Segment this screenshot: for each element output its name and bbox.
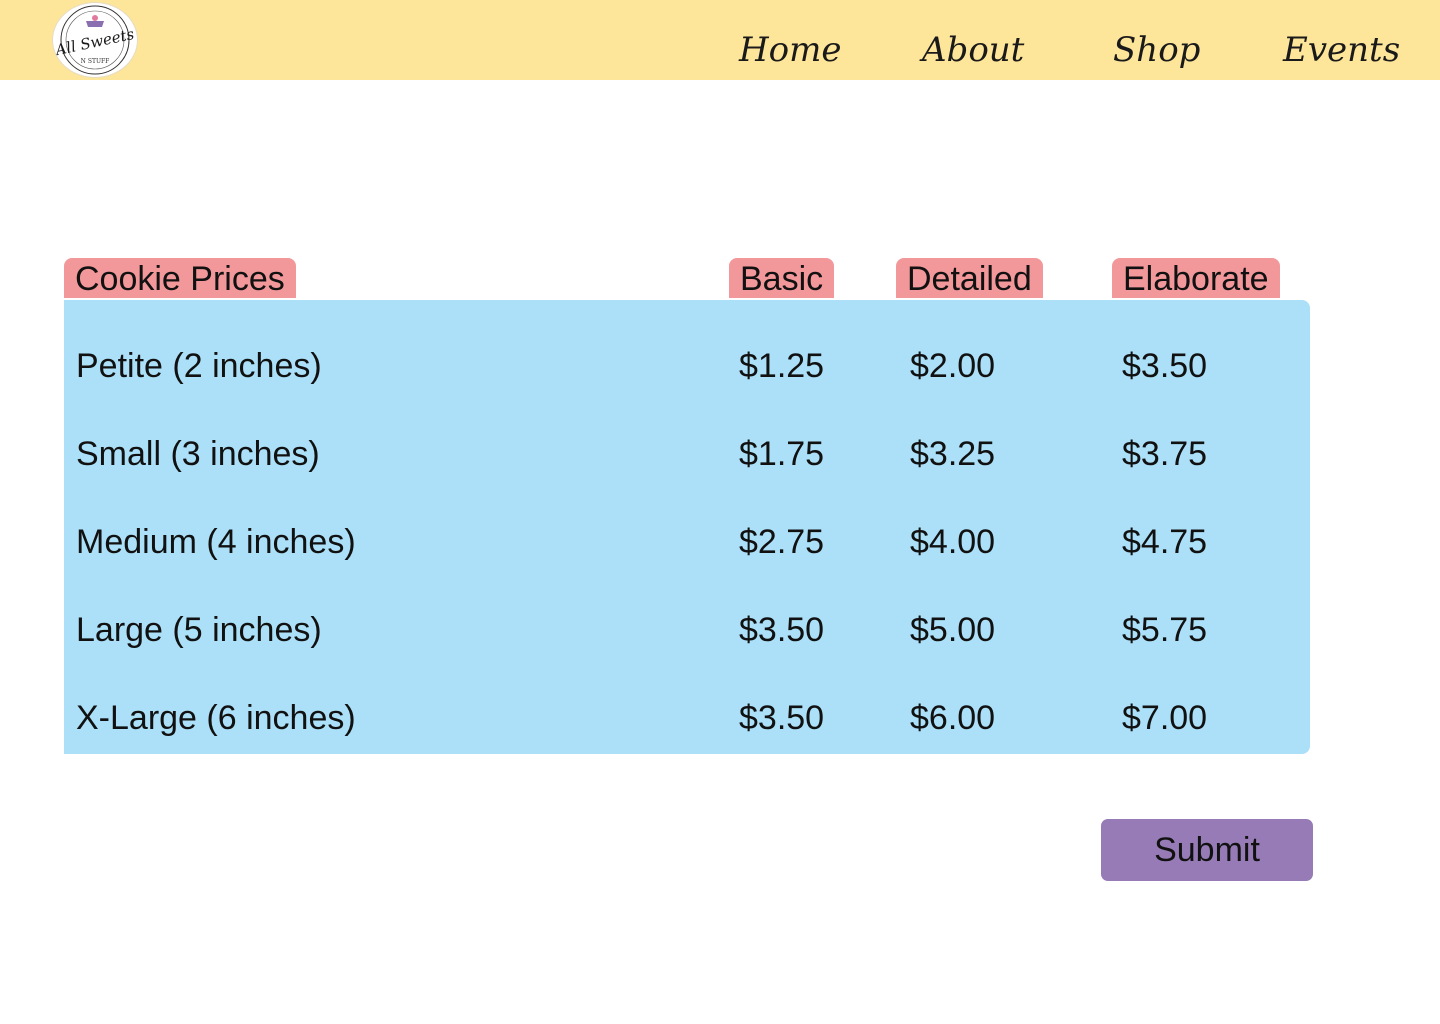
column-header-basic: Basic: [729, 258, 835, 298]
column-header-elaborate: Elaborate: [1112, 258, 1280, 298]
nav-shop-link[interactable]: Shop: [1113, 28, 1200, 72]
price-basic: $1.25: [739, 347, 825, 385]
price-basic: $3.50: [739, 611, 825, 649]
cookie-price-table: Petite (2 inches) $1.25 $2.00 $3.50 Smal…: [64, 300, 1310, 754]
nav-home-link[interactable]: Home: [739, 28, 841, 72]
price-elaborate: $4.75: [1122, 523, 1208, 561]
price-elaborate: $3.50: [1122, 347, 1208, 385]
price-elaborate: $7.00: [1122, 699, 1208, 737]
table-row: Large (5 inches) $3.50 $5.00 $5.75: [64, 600, 1310, 660]
price-elaborate: $5.75: [1122, 611, 1208, 649]
logo-graphic: All Sweets N STUFF: [53, 5, 136, 75]
submit-button[interactable]: Submit: [1101, 819, 1313, 881]
price-detailed: $2.00: [910, 347, 996, 385]
size-label: Large (5 inches): [76, 611, 322, 649]
logo-text-sub: N STUFF: [81, 58, 110, 65]
table-row: Petite (2 inches) $1.25 $2.00 $3.50: [64, 336, 1310, 396]
table-row: X-Large (6 inches) $3.50 $6.00 $7.00: [64, 688, 1310, 748]
price-basic: $2.75: [739, 523, 825, 561]
size-label: X-Large (6 inches): [76, 699, 356, 737]
price-detailed: $3.25: [910, 435, 996, 473]
table-row: Medium (4 inches) $2.75 $4.00 $4.75: [64, 512, 1310, 572]
price-basic: $3.50: [739, 699, 825, 737]
table-title-tag: Cookie Prices: [64, 258, 296, 298]
price-elaborate: $3.75: [1122, 435, 1208, 473]
size-label: Small (3 inches): [76, 435, 320, 473]
brand-logo[interactable]: All Sweets N STUFF: [53, 3, 137, 77]
size-label: Medium (4 inches): [76, 523, 356, 561]
price-detailed: $6.00: [910, 699, 996, 737]
logo-text-main: All Sweets: [53, 25, 136, 60]
nav-about-link[interactable]: About: [922, 28, 1024, 72]
table-row: Small (3 inches) $1.75 $3.25 $3.75: [64, 424, 1310, 484]
site-header: All Sweets N STUFF Home About Shop Event…: [0, 0, 1440, 80]
price-detailed: $4.00: [910, 523, 996, 561]
nav-events-link[interactable]: Events: [1283, 28, 1400, 72]
price-basic: $1.75: [739, 435, 825, 473]
price-detailed: $5.00: [910, 611, 996, 649]
size-label: Petite (2 inches): [76, 347, 322, 385]
column-header-detailed: Detailed: [896, 258, 1043, 298]
